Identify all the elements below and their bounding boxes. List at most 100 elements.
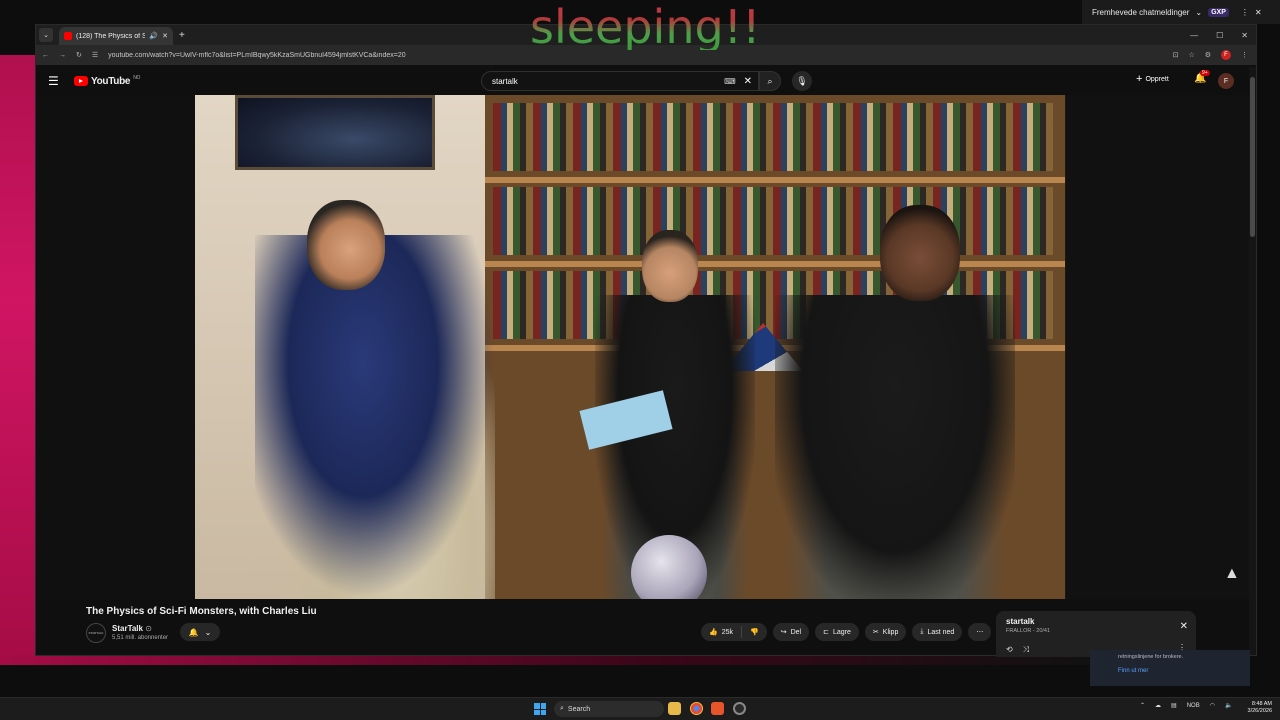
minimize-icon[interactable]: — [1190, 31, 1198, 40]
video-person-left-head [307, 200, 385, 290]
clear-search-icon[interactable]: ✕ [744, 76, 752, 87]
scrollbar-thumb[interactable] [1250, 77, 1255, 237]
dislike-button[interactable]: 👎 [742, 623, 767, 641]
hamburger-menu-icon[interactable]: ☰ [48, 74, 62, 88]
video-actions: 👍 25k 👎 ↪ Del ⊏ Lagre ✂ Klipp ⤓ Last ned [701, 623, 992, 641]
clock-date: 3/26/2026 [1247, 708, 1272, 715]
audio-icon[interactable]: 🔊 [149, 32, 158, 40]
chat-app-bar[interactable]: Fremhevede chatmeldinger ⌄ GXP ⋮ ✕ [1082, 0, 1280, 24]
channel-watermark-icon[interactable]: ▲ [1224, 565, 1240, 583]
youtube-favicon-icon [64, 32, 72, 40]
cloud-icon[interactable]: ☁ [1155, 702, 1161, 709]
youtube-logo-text: YouTube [91, 75, 131, 87]
share-button[interactable]: ↪ Del [772, 623, 810, 641]
app-icon[interactable] [733, 702, 746, 715]
notification-link[interactable]: Finn ut mer [1118, 668, 1222, 674]
tab-search-icon[interactable]: ⌄ [39, 28, 53, 42]
subscription-bell-button[interactable]: 🔔 ⌄ [180, 623, 220, 641]
gxp-badge[interactable]: GXP [1208, 7, 1229, 17]
more-actions-button[interactable]: ⋯ [968, 623, 992, 641]
search-button[interactable]: ⌕ [759, 71, 781, 91]
close-tab-icon[interactable]: ✕ [162, 32, 168, 40]
close-window-icon[interactable]: ✕ [1241, 31, 1248, 40]
chrome-icon[interactable] [690, 702, 703, 715]
taskbar-search[interactable]: ⌕ Search [554, 701, 664, 717]
profile-avatar[interactable]: F [1221, 50, 1231, 60]
chevron-down-icon: ⌄ [204, 627, 212, 637]
extensions-icon[interactable]: ⚙ [1205, 51, 1211, 59]
back-icon[interactable]: ← [42, 52, 49, 59]
tab-youtube[interactable]: (128) The Physics of Sci-Fi M 🔊 ✕ [59, 27, 173, 45]
browser-menu-icon[interactable]: ⋮ [1241, 51, 1248, 59]
plus-icon: + [1136, 73, 1143, 85]
microphone-icon: 🎙 [796, 75, 808, 86]
clock-time: 8:48 AM [1251, 701, 1272, 707]
windows-start-icon[interactable] [534, 703, 546, 715]
page-scrollbar[interactable] [1249, 67, 1256, 655]
install-app-icon[interactable]: ⊡ [1173, 51, 1179, 59]
repeat-icon[interactable]: ⟲ [1006, 645, 1013, 655]
chevron-up-icon[interactable]: ⌃ [1140, 702, 1145, 709]
video-player[interactable] [195, 95, 1066, 599]
verified-icon: ⊙ [145, 624, 152, 633]
tab-title: (128) The Physics of Sci-Fi M [76, 32, 146, 40]
maximize-icon[interactable]: ☐ [1216, 31, 1223, 40]
shelf-board [485, 177, 1065, 183]
search-input[interactable]: startalk ⌨ ✕ [481, 71, 759, 91]
video-scene-painting [235, 95, 435, 170]
like-count: 25k [721, 628, 734, 636]
download-label: Last ned [927, 628, 955, 636]
chevron-down-icon[interactable]: ⌄ [1195, 8, 1202, 17]
taskbar-search-label: Search [567, 705, 591, 713]
forward-icon[interactable]: → [59, 52, 66, 59]
player-right-margin [1066, 95, 1251, 599]
voice-search-button[interactable]: 🎙 [792, 71, 812, 91]
thumbs-up-icon: 👍 [709, 629, 718, 636]
scissors-icon: ✂ [872, 629, 879, 636]
subscriber-count: 5,51 mill. abonnenter [112, 635, 169, 641]
channel-name[interactable]: StarTalk ⊙ [112, 624, 152, 633]
notification-text: retningslinjene for brokere. [1118, 654, 1184, 660]
more-icon: ⋯ [976, 629, 984, 636]
user-avatar[interactable]: F [1218, 73, 1234, 89]
clock[interactable]: 8:48 AM 3/26/2026 [1240, 701, 1272, 716]
channel-avatar[interactable]: STARTALK [86, 623, 106, 643]
network-icon[interactable]: ▤ [1171, 702, 1177, 709]
like-button[interactable]: 👍 25k [701, 623, 741, 641]
notification-popup[interactable]: retningslinjene for brokere. Finn ut mer [1090, 650, 1250, 686]
share-icon: ↪ [780, 629, 787, 636]
bookmark-star-icon[interactable]: ☆ [1188, 51, 1194, 59]
video-person-right [775, 295, 1015, 599]
more-icon[interactable]: ⋮ [1241, 8, 1249, 17]
site-info-icon[interactable]: ☰ [92, 51, 98, 59]
brave-icon[interactable] [711, 702, 724, 715]
keyboard-icon[interactable]: ⌨ [724, 77, 736, 86]
chat-app-label[interactable]: Fremhevede chatmeldinger [1092, 8, 1189, 17]
like-dislike-group: 👍 25k 👎 [701, 623, 767, 641]
bell-icon: 🔔 [188, 627, 199, 637]
clip-label: Klipp [882, 628, 899, 636]
youtube-logo[interactable]: YouTube NO [74, 75, 140, 87]
save-button[interactable]: ⊏ Lagre [815, 623, 859, 641]
volume-icon[interactable]: 🔈 [1225, 702, 1232, 709]
create-button[interactable]: + Opprett [1136, 73, 1169, 85]
reload-icon[interactable]: ↻ [76, 51, 82, 59]
wifi-icon[interactable]: ◠ [1210, 702, 1215, 709]
close-icon[interactable]: ✕ [1255, 8, 1262, 17]
thumbs-down-icon: 👎 [750, 629, 759, 636]
video-person-left [255, 235, 495, 599]
new-tab-button[interactable]: + [179, 30, 185, 41]
channel-name-text[interactable]: StarTalk [112, 624, 143, 633]
download-icon: ⤓ [920, 628, 924, 635]
shuffle-icon[interactable]: ⤨ [1023, 645, 1029, 655]
mix-controls: ⟲ ⤨ [1006, 645, 1029, 655]
notifications-button[interactable]: 🔔 9+ [1194, 70, 1210, 84]
desktop: Fremhevede chatmeldinger ⌄ GXP ⋮ ✕ ⌄ (12… [0, 0, 1280, 720]
video-title: The Physics of Sci-Fi Monsters, with Cha… [86, 606, 317, 617]
close-icon[interactable]: ✕ [1180, 621, 1188, 632]
keyboard-language[interactable]: NOB [1187, 703, 1200, 709]
search-icon: ⌕ [767, 75, 773, 86]
download-button[interactable]: ⤓ Last ned [912, 623, 963, 641]
file-explorer-icon[interactable] [668, 702, 681, 715]
clip-button[interactable]: ✂ Klipp [864, 623, 907, 641]
